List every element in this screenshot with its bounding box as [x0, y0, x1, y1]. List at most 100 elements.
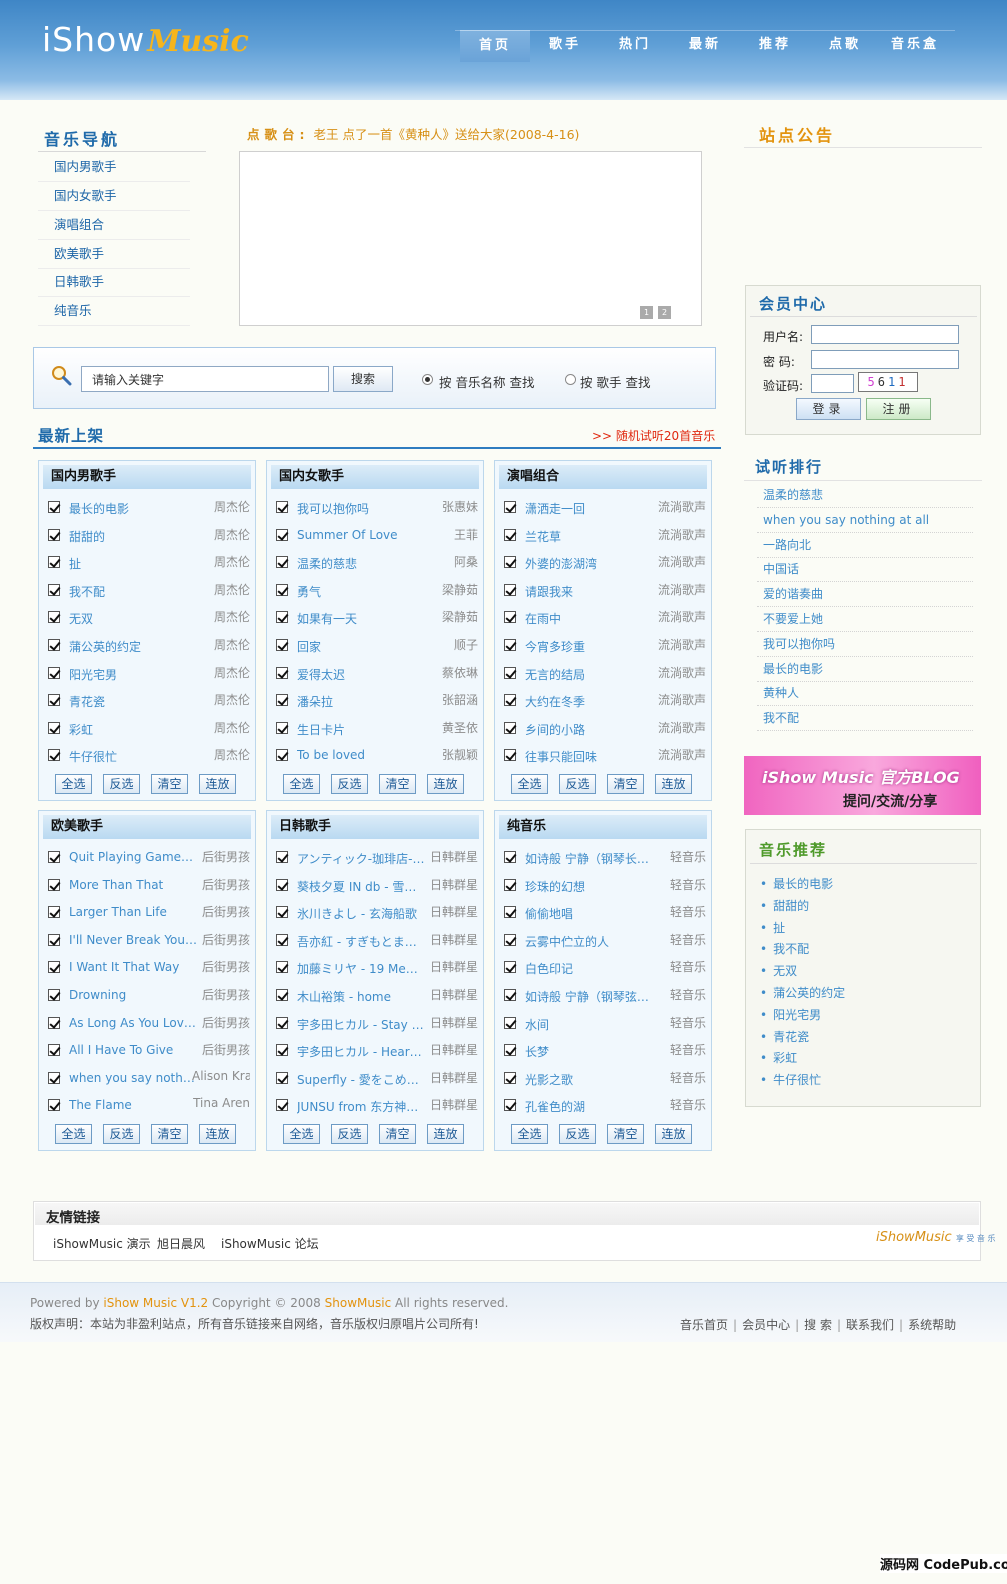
song-link[interactable]: To be loved — [297, 748, 425, 762]
play-all-button[interactable]: 连放 — [199, 1124, 236, 1144]
request-user[interactable]: 老王 — [313, 127, 338, 142]
song-link[interactable]: As Long As You Love… — [69, 1016, 197, 1030]
song-checkbox[interactable] — [276, 851, 288, 863]
nav-hot[interactable]: 热门 — [600, 30, 670, 62]
song-link[interactable]: 光影之歌 — [525, 1071, 653, 1088]
song-link[interactable]: 水间 — [525, 1016, 653, 1033]
song-checkbox[interactable] — [48, 851, 60, 863]
ranking-item[interactable]: when you say nothing at all — [757, 508, 973, 533]
ranking-item[interactable]: 中国话 — [757, 557, 973, 583]
invert-selection-button[interactable]: 反选 — [559, 774, 596, 794]
password-field[interactable] — [811, 350, 959, 369]
song-link[interactable]: More Than That — [69, 878, 197, 892]
brand-name[interactable]: ShowMusic — [325, 1296, 392, 1310]
song-link[interactable]: 云雾中伫立的人 — [525, 933, 653, 950]
song-checkbox[interactable] — [504, 556, 516, 569]
login-button[interactable]: 登录 — [796, 398, 861, 420]
invert-selection-button[interactable]: 反选 — [103, 1124, 140, 1144]
username-field[interactable] — [811, 325, 959, 344]
song-checkbox[interactable] — [504, 878, 516, 891]
song-checkbox[interactable] — [276, 1016, 288, 1029]
play-all-button[interactable]: 连放 — [655, 774, 692, 794]
nav-recommend[interactable]: 推荐 — [740, 30, 810, 62]
search-input[interactable] — [81, 366, 329, 392]
song-checkbox[interactable] — [276, 1071, 288, 1084]
song-link[interactable]: 生日卡片 — [297, 721, 425, 738]
song-checkbox[interactable] — [276, 1044, 288, 1057]
song-link[interactable]: Summer Of Love — [297, 528, 425, 542]
song-link[interactable]: 葵枝夕夏 IN db - 雪… — [297, 878, 425, 895]
recommend-item[interactable]: 我不配 — [760, 940, 809, 957]
friend-link[interactable]: 旭日晨风 — [157, 1235, 205, 1252]
song-checkbox[interactable] — [276, 933, 288, 946]
clear-button[interactable]: 清空 — [151, 774, 188, 794]
song-checkbox[interactable] — [48, 961, 60, 974]
song-link[interactable]: 兰花草 — [525, 528, 653, 545]
song-checkbox[interactable] — [48, 694, 60, 707]
song-link[interactable]: The Flame — [69, 1098, 197, 1112]
song-link[interactable]: I Want It That Way — [69, 960, 197, 974]
song-link[interactable]: 潘朵拉 — [297, 693, 425, 710]
song-link[interactable]: 木山裕策 - home — [297, 988, 425, 1005]
song-checkbox[interactable] — [48, 639, 60, 651]
ranking-item[interactable]: 最长的电影 — [757, 657, 973, 682]
recommend-item[interactable]: 彩虹 — [760, 1049, 797, 1066]
select-all-button[interactable]: 全选 — [283, 1124, 320, 1144]
song-checkbox[interactable] — [276, 961, 288, 974]
select-all-button[interactable]: 全选 — [55, 1124, 92, 1144]
song-link[interactable]: 彩虹 — [69, 721, 197, 738]
song-link[interactable]: 我可以抱你吗 — [297, 500, 425, 517]
ranking-item[interactable]: 我不配 — [757, 706, 973, 732]
clear-button[interactable]: 清空 — [607, 774, 644, 794]
song-checkbox[interactable] — [276, 906, 288, 919]
ranking-item[interactable]: 我可以抱你吗 — [757, 632, 973, 657]
song-checkbox[interactable] — [48, 583, 60, 596]
product-name[interactable]: iShow Music V1.2 — [103, 1296, 208, 1310]
friend-link[interactable]: iShowMusic 论坛 — [221, 1235, 319, 1252]
partner-logo[interactable]: iShowMusic 享 受 音 乐 — [876, 1230, 995, 1245]
song-link[interactable]: 长梦 — [525, 1043, 653, 1060]
nav-item-instrumental[interactable]: 纯音乐 — [38, 297, 190, 326]
random-play-link[interactable]: >> 随机试听20首音乐 — [592, 427, 715, 444]
song-checkbox[interactable] — [48, 1099, 60, 1112]
select-all-button[interactable]: 全选 — [511, 1124, 548, 1144]
song-checkbox[interactable] — [48, 1044, 60, 1057]
clear-button[interactable]: 清空 — [379, 774, 416, 794]
song-checkbox[interactable] — [276, 528, 288, 541]
song-checkbox[interactable] — [276, 611, 288, 624]
song-link[interactable]: 宇多田ヒカル - Stay G… — [297, 1016, 425, 1033]
play-all-button[interactable]: 连放 — [427, 774, 464, 794]
song-link[interactable]: 回家 — [297, 638, 425, 655]
song-link[interactable]: 无言的结局 — [525, 666, 653, 683]
song-checkbox[interactable] — [48, 1016, 60, 1029]
song-link[interactable]: 我不配 — [69, 583, 197, 600]
song-checkbox[interactable] — [48, 556, 60, 569]
song-link[interactable]: 宇多田ヒカル - Heart … — [297, 1043, 425, 1060]
song-checkbox[interactable] — [48, 611, 60, 624]
song-link[interactable]: 大约在冬季 — [525, 693, 653, 710]
song-checkbox[interactable] — [504, 1044, 516, 1057]
song-link[interactable]: 今宵多珍重 — [525, 638, 653, 655]
play-all-button[interactable]: 连放 — [199, 774, 236, 794]
ranking-item[interactable]: 爱的谐奏曲 — [757, 582, 973, 608]
invert-selection-button[interactable]: 反选 — [331, 1124, 368, 1144]
song-checkbox[interactable] — [504, 583, 516, 596]
song-checkbox[interactable] — [276, 749, 288, 762]
song-link[interactable]: 珍珠的幻想 — [525, 878, 653, 895]
song-link[interactable]: 氷川きよし - 玄海船歌 — [297, 905, 425, 922]
nav-request[interactable]: 点歌 — [810, 30, 880, 62]
song-checkbox[interactable] — [504, 933, 516, 946]
song-link[interactable]: 扯 — [69, 555, 197, 572]
song-checkbox[interactable] — [48, 933, 60, 946]
nav-home[interactable]: 首页 — [460, 30, 530, 62]
recommend-item[interactable]: 青花瓷 — [760, 1028, 809, 1045]
song-checkbox[interactable] — [504, 666, 516, 679]
song-link[interactable]: 牛仔很忙 — [69, 748, 197, 765]
song-checkbox[interactable] — [48, 989, 60, 1001]
select-all-button[interactable]: 全选 — [55, 774, 92, 794]
ranking-item[interactable]: 黄种人 — [757, 681, 973, 707]
site-logo[interactable]: iShowMusic — [42, 20, 249, 70]
select-all-button[interactable]: 全选 — [511, 774, 548, 794]
song-checkbox[interactable] — [276, 583, 288, 596]
song-checkbox[interactable] — [48, 721, 60, 734]
